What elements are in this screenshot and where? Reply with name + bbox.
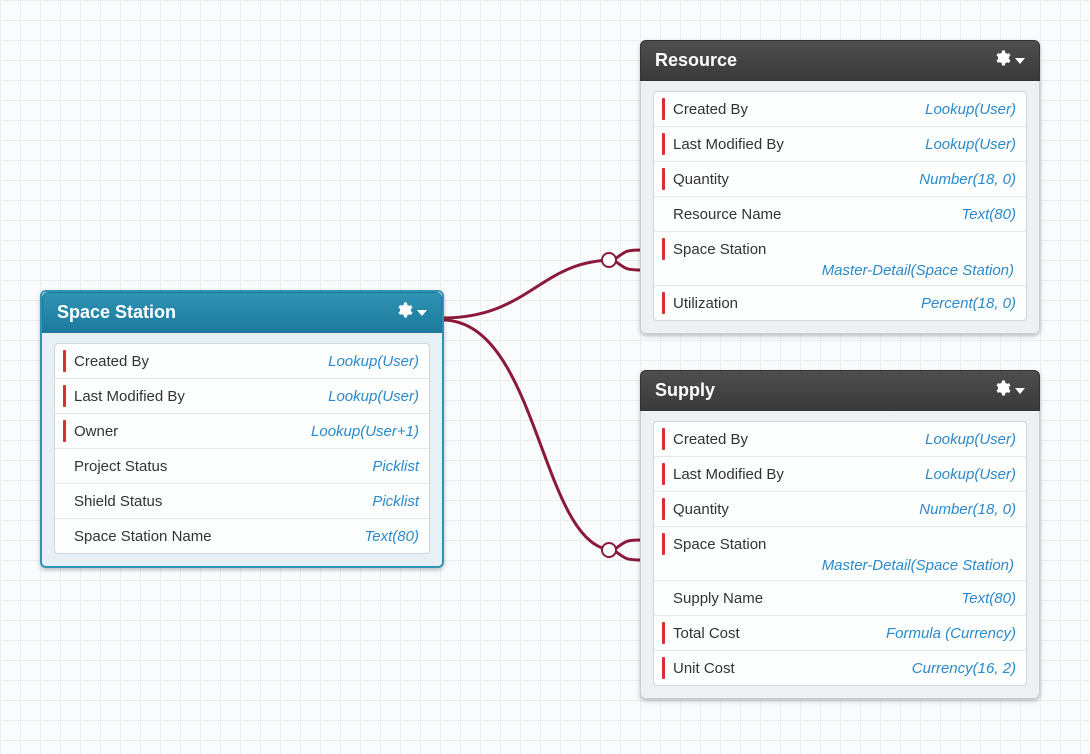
chevron-down-icon <box>417 310 427 316</box>
field-row[interactable]: Quantity Number(18, 0) <box>654 492 1026 527</box>
field-name: Unit Cost <box>673 660 735 677</box>
field-list: Created By Lookup(User) Last Modified By… <box>653 91 1027 321</box>
field-row[interactable]: Quantity Number(18, 0) <box>654 162 1026 197</box>
field-row-master-detail[interactable]: Space Station Master-Detail(Space Statio… <box>654 527 1026 581</box>
field-row[interactable]: Last Modified By Lookup(User) <box>654 127 1026 162</box>
schema-canvas[interactable]: Space Station Created By Lookup(User) La… <box>0 0 1090 754</box>
entity-body: Created By Lookup(User) Last Modified By… <box>42 333 442 566</box>
entity-title: Space Station <box>57 302 176 323</box>
field-name: Space Station <box>673 536 766 553</box>
field-row[interactable]: Supply Name Text(80) <box>654 581 1026 616</box>
field-type: Formula (Currency) <box>886 625 1016 642</box>
field-name: Created By <box>74 353 149 370</box>
field-row[interactable]: Shield Status Picklist <box>55 484 429 519</box>
field-name: Shield Status <box>74 493 162 510</box>
field-name: Total Cost <box>673 625 740 642</box>
field-type: Picklist <box>372 493 419 510</box>
entity-body: Created By Lookup(User) Last Modified By… <box>640 81 1040 334</box>
entity-resource[interactable]: Resource Created By Lookup(User) Last Mo… <box>640 40 1040 334</box>
field-row[interactable]: Owner Lookup(User+1) <box>55 414 429 449</box>
field-row[interactable]: Unit Cost Currency(16, 2) <box>654 651 1026 685</box>
field-name: Quantity <box>673 171 729 188</box>
field-name: Utilization <box>673 295 738 312</box>
field-type: Lookup(User) <box>925 136 1016 153</box>
field-name: Created By <box>673 431 748 448</box>
field-name: Quantity <box>673 501 729 518</box>
field-row[interactable]: Last Modified By Lookup(User) <box>654 457 1026 492</box>
field-type: Text(80) <box>962 206 1016 223</box>
field-row[interactable]: Created By Lookup(User) <box>654 422 1026 457</box>
entity-supply[interactable]: Supply Created By Lookup(User) Last Modi… <box>640 370 1040 699</box>
field-row[interactable]: Created By Lookup(User) <box>55 344 429 379</box>
field-type: Text(80) <box>962 590 1016 607</box>
field-type: Picklist <box>372 458 419 475</box>
chevron-down-icon <box>1015 388 1025 394</box>
entity-title: Resource <box>655 50 737 71</box>
field-type: Number(18, 0) <box>919 171 1016 188</box>
field-type: Lookup(User) <box>328 388 419 405</box>
field-name: Resource Name <box>673 206 781 223</box>
field-name: Space Station Name <box>74 528 212 545</box>
field-row[interactable]: Last Modified By Lookup(User) <box>55 379 429 414</box>
entity-menu-button[interactable] <box>395 301 427 324</box>
field-row-master-detail[interactable]: Space Station Master-Detail(Space Statio… <box>654 232 1026 286</box>
entity-header-space-station[interactable]: Space Station <box>42 292 442 333</box>
field-type: Number(18, 0) <box>919 501 1016 518</box>
field-name: Project Status <box>74 458 167 475</box>
field-type: Lookup(User) <box>328 353 419 370</box>
entity-header-resource[interactable]: Resource <box>640 40 1040 81</box>
entity-menu-button[interactable] <box>993 379 1025 402</box>
field-row[interactable]: Resource Name Text(80) <box>654 197 1026 232</box>
field-row[interactable]: Space Station Name Text(80) <box>55 519 429 553</box>
field-row[interactable]: Utilization Percent(18, 0) <box>654 286 1026 320</box>
field-list: Created By Lookup(User) Last Modified By… <box>653 421 1027 686</box>
entity-space-station[interactable]: Space Station Created By Lookup(User) La… <box>40 290 444 568</box>
field-type: Lookup(User+1) <box>311 423 419 440</box>
field-type: Lookup(User) <box>925 101 1016 118</box>
field-type: Master-Detail(Space Station) <box>662 555 1016 574</box>
field-type: Currency(16, 2) <box>912 660 1016 677</box>
gear-icon <box>395 301 413 324</box>
field-name: Owner <box>74 423 118 440</box>
entity-body: Created By Lookup(User) Last Modified By… <box>640 411 1040 699</box>
field-type: Lookup(User) <box>925 431 1016 448</box>
field-name: Supply Name <box>673 590 763 607</box>
field-name: Last Modified By <box>673 466 784 483</box>
field-name: Last Modified By <box>74 388 185 405</box>
entity-menu-button[interactable] <box>993 49 1025 72</box>
field-name: Space Station <box>673 241 766 258</box>
gear-icon <box>993 49 1011 72</box>
field-name: Created By <box>673 101 748 118</box>
field-type: Master-Detail(Space Station) <box>662 260 1016 279</box>
field-list: Created By Lookup(User) Last Modified By… <box>54 343 430 554</box>
field-type: Lookup(User) <box>925 466 1016 483</box>
entity-header-supply[interactable]: Supply <box>640 370 1040 411</box>
field-name: Last Modified By <box>673 136 784 153</box>
field-row[interactable]: Project Status Picklist <box>55 449 429 484</box>
gear-icon <box>993 379 1011 402</box>
field-row[interactable]: Total Cost Formula (Currency) <box>654 616 1026 651</box>
field-type: Text(80) <box>365 528 419 545</box>
field-row[interactable]: Created By Lookup(User) <box>654 92 1026 127</box>
field-type: Percent(18, 0) <box>921 295 1016 312</box>
entity-title: Supply <box>655 380 715 401</box>
chevron-down-icon <box>1015 58 1025 64</box>
